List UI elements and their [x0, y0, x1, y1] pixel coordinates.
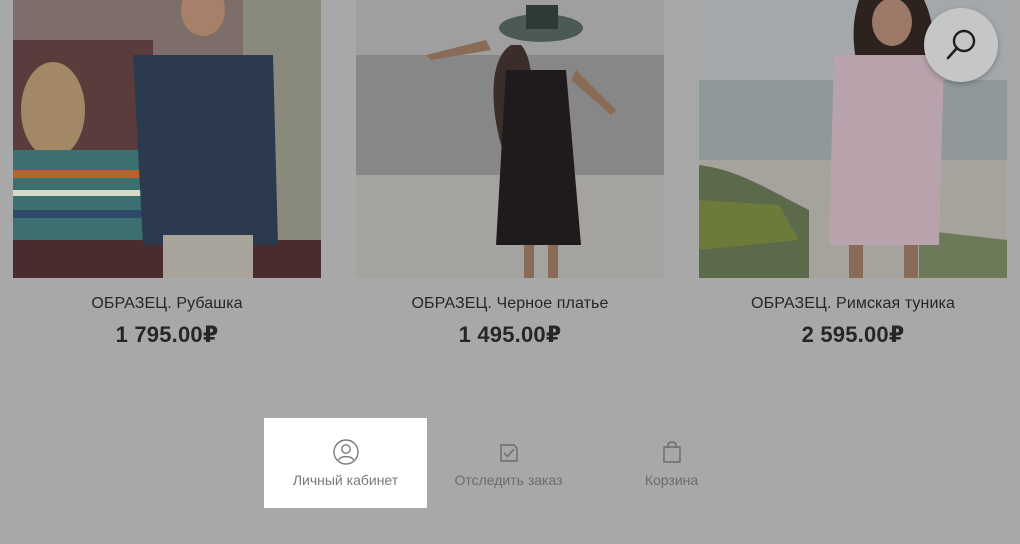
product-photo: [13, 0, 321, 278]
nav-account-label: Личный кабинет: [292, 472, 399, 488]
user-circle-icon: [332, 438, 360, 466]
nav-track-order-label: Отследить заказ: [454, 472, 563, 488]
nav-account[interactable]: Личный кабинет: [264, 418, 427, 508]
nav-cart[interactable]: Корзина: [590, 418, 753, 508]
product-name[interactable]: ОБРАЗЕЦ. Черное платье: [356, 295, 664, 313]
product-photo: [356, 0, 664, 278]
nav-track-order[interactable]: Отследить заказ: [427, 418, 590, 508]
product-image-black-dress[interactable]: [356, 0, 664, 278]
search-button[interactable]: [924, 8, 998, 82]
product-name[interactable]: ОБРАЗЕЦ. Римская туника: [699, 295, 1007, 313]
product-card[interactable]: ОБРАЗЕЦ. Черное платье 1 495.00₽: [356, 0, 664, 348]
order-check-icon: [495, 438, 523, 466]
bottom-navigation: Личный кабинет Отследить заказ Корзина: [264, 418, 753, 508]
product-price: 2 595.00₽: [801, 322, 905, 347]
product-grid: ОБРАЗЕЦ. Рубашка 1 795.00₽ ОБРАЗЕЦ. Черн…: [0, 0, 1020, 360]
product-card[interactable]: ОБРАЗЕЦ. Рубашка 1 795.00₽: [13, 0, 321, 348]
search-icon: [946, 29, 976, 60]
shopping-bag-icon: [658, 438, 686, 466]
product-price: 1 795.00₽: [115, 322, 219, 347]
product-price: 1 495.00₽: [458, 322, 562, 347]
product-name[interactable]: ОБРАЗЕЦ. Рубашка: [13, 295, 321, 313]
nav-cart-label: Корзина: [644, 472, 699, 488]
product-image-shirt[interactable]: [13, 0, 321, 278]
